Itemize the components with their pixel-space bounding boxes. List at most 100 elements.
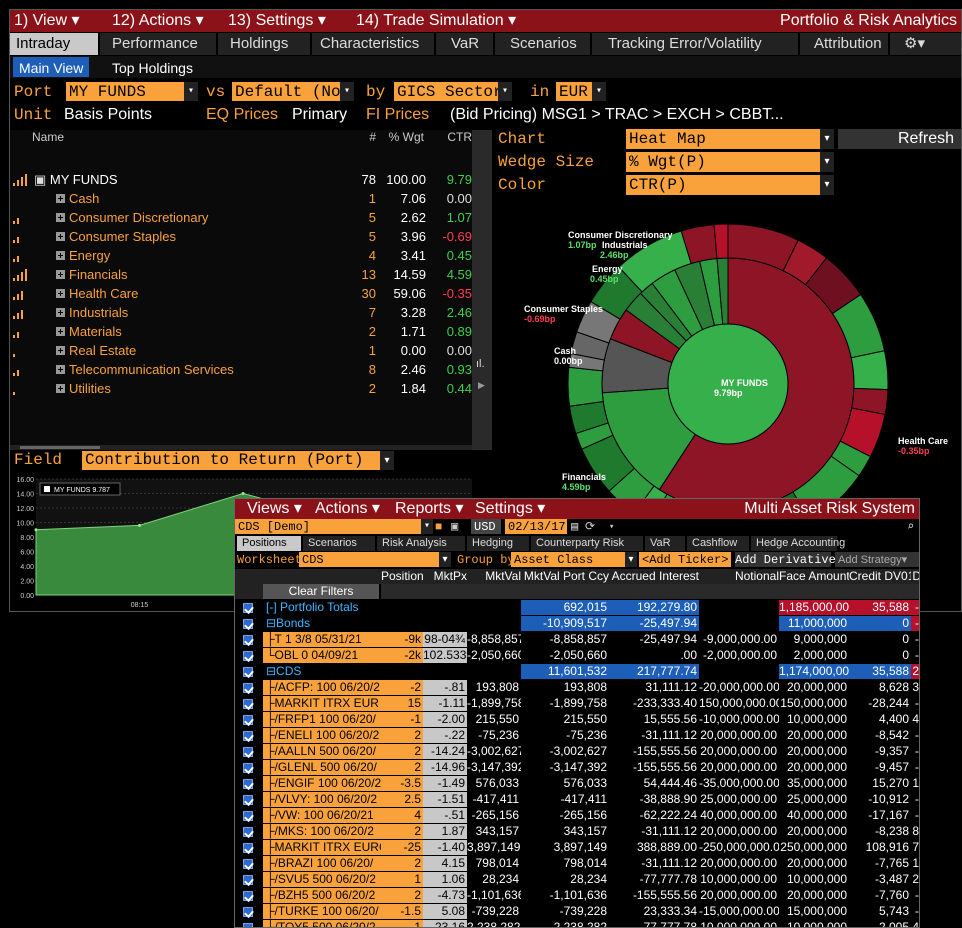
grid-row[interactable]: ├/MKS: 100 06/20/2 2 1.87 343,157 343,157 -31… <box>235 824 919 839</box>
tree-row[interactable]: Telecommunication Services 8 2.46 0.93 <box>10 360 472 379</box>
chart-type-dropdown[interactable]: Heat Map <box>626 129 820 149</box>
row-checkbox[interactable] <box>243 619 253 629</box>
portfolio-icon[interactable]: ▣ <box>34 172 50 187</box>
area-point[interactable] <box>241 492 245 495</box>
grid-row[interactable]: ├/TOY5 500 06/20/2 1 23.16 2,238,282 2,238,2… <box>235 920 919 927</box>
tree-row[interactable]: Energy 4 3.41 0.45 <box>10 246 472 265</box>
field-dropdown-arrow-icon[interactable]: ▾ <box>380 451 394 470</box>
row-checkbox[interactable] <box>243 923 253 927</box>
wedge-size-dropdown[interactable]: % Wgt(P) <box>626 152 820 172</box>
portfolio-dropdown[interactable]: CDS [Demo] <box>235 519 421 534</box>
group-by-dropdown-arrow-icon[interactable]: ▾ <box>625 552 637 567</box>
row-checkbox[interactable] <box>243 859 253 869</box>
col-header-count[interactable]: # <box>362 130 376 144</box>
port-dropdown[interactable]: MY FUNDS <box>66 82 184 101</box>
col-header-mvp[interactable]: MktVal Port Ccy <box>521 569 609 584</box>
row-checkbox[interactable] <box>243 747 253 757</box>
tree-row[interactable]: Industrials 7 3.28 2.46 <box>10 303 472 322</box>
w2-tab-hedging[interactable]: Hedging <box>467 536 529 551</box>
menu-view[interactable]: 1) View ▾ <box>14 10 80 32</box>
worksheet-dropdown-arrow-icon[interactable]: ▾ <box>439 552 451 567</box>
bar-chart-icon[interactable]: ıl. <box>476 358 485 370</box>
row-checkbox[interactable] <box>243 811 253 821</box>
tab-scenarios[interactable]: Scenarios <box>504 33 592 55</box>
row-checkbox[interactable] <box>243 795 253 805</box>
expand-plus-icon[interactable] <box>56 251 65 260</box>
grid-row[interactable]: ├/TURKE 100 06/20/-1.5 5.08 -739,228 -739,2… <box>235 904 919 919</box>
tree-row[interactable]: Real Estate 1 0.00 0.00 <box>10 341 472 360</box>
grid-row[interactable]: ├MARKIT ITRX EUR H 15 -1.11 -1,899,758 -1,89… <box>235 696 919 711</box>
tab-performance[interactable]: Performance <box>106 33 218 55</box>
currency-field[interactable]: USD <box>471 519 501 534</box>
row-checkbox[interactable] <box>243 715 253 725</box>
area-point[interactable] <box>34 528 38 532</box>
w2-menu-settings[interactable]: Settings ▾ <box>475 499 545 519</box>
grid-row[interactable]: ├/AALLN 500 06/20/2 -14.24 -3,002,627 -3,00… <box>235 744 919 759</box>
group-by-dropdown[interactable]: Asset Class <box>511 552 625 567</box>
grid-row[interactable]: ├/VW: 100 06/20/21 4 -.51 -265,156 -265,156-… <box>235 808 919 823</box>
grid-row[interactable]: [-] Portfolio Totals 692,015 192,279.80 1,1… <box>235 600 919 615</box>
w2-menu-actions[interactable]: Actions ▾ <box>315 499 380 519</box>
save-icon[interactable]: ▣ <box>451 519 458 535</box>
w2-tab-hedge-accounting[interactable]: Hedge Accounting <box>751 536 845 551</box>
row-checkbox[interactable] <box>243 907 253 917</box>
tree-row[interactable]: Consumer Staples 5 3.96 -0.69 <box>10 227 472 246</box>
expand-right-icon[interactable]: ▶ <box>478 380 485 391</box>
add-strategy-button[interactable]: Add Strategy▾ <box>835 552 919 567</box>
refresh-button[interactable]: Refresh <box>838 129 961 149</box>
holding-wedge[interactable] <box>567 366 604 407</box>
row-checkbox[interactable] <box>243 731 253 741</box>
row-checkbox[interactable] <box>243 891 253 901</box>
color-dropdown[interactable]: CTR(P) <box>626 175 820 195</box>
col-header-name[interactable]: Name <box>32 130 64 144</box>
color-dropdown-arrow-icon[interactable]: ▾ <box>820 175 834 195</box>
grid-row[interactable]: └OBL 0 04/09/21 -2k 102.533 -2,050,660 -2,05… <box>235 648 919 663</box>
expand-plus-icon[interactable] <box>56 365 65 374</box>
tree-row[interactable]: Financials 13 14.59 4.59 <box>10 265 472 284</box>
expand-plus-icon[interactable] <box>56 213 65 222</box>
field-dropdown[interactable]: Contribution to Return (Port) <box>82 451 380 470</box>
w2-menu-views[interactable]: Views ▾ <box>247 499 302 519</box>
grid-row[interactable]: ├/ENELI 100 06/20/2 2 -.22 -75,236 -75,236 -3… <box>235 728 919 743</box>
refresh-dropdown-icon[interactable]: ▾ <box>609 519 614 535</box>
gear-icon[interactable]: ⚙▾ <box>898 33 938 55</box>
w2-tab-scenarios[interactable]: Scenarios <box>303 536 375 551</box>
col-header-dv01[interactable]: Credit DV01 <box>849 569 911 584</box>
clear-filters-button[interactable]: Clear Filters <box>263 584 379 599</box>
worksheet-dropdown[interactable]: CDS <box>299 552 439 567</box>
tree-row[interactable]: Utilities 2 1.84 0.44 <box>10 379 472 398</box>
chart-dropdown-arrow-icon[interactable]: ▾ <box>820 129 834 149</box>
tab-var[interactable]: VaR <box>445 33 495 55</box>
add-ticker-input[interactable]: <Add Ticker> <box>639 552 731 567</box>
currency-dropdown[interactable]: EUR <box>556 82 592 101</box>
fi-prices-value[interactable]: (Bid Pricing) MSG1 > TRAC > EXCH > CBBT.… <box>450 105 784 125</box>
tab-intraday[interactable]: Intraday <box>10 33 100 55</box>
refresh-icon[interactable]: ⟳ <box>585 519 595 535</box>
horizontal-scrollbar[interactable] <box>10 445 472 450</box>
menu-actions[interactable]: 12) Actions ▾ <box>112 10 204 32</box>
center-portfolio-node[interactable] <box>667 323 789 445</box>
row-checkbox[interactable] <box>243 635 253 645</box>
add-derivatives-button[interactable]: Add Derivatives <box>735 552 843 567</box>
col-header-mv[interactable]: MktVal <box>467 569 521 584</box>
port-dropdown-arrow-icon[interactable]: ▾ <box>184 82 198 101</box>
tree-row[interactable]: Consumer Discretionary 5 2.62 1.07 <box>10 208 472 227</box>
vs-dropdown-arrow-icon[interactable]: ▾ <box>340 82 354 101</box>
expand-plus-icon[interactable] <box>56 327 65 336</box>
by-dropdown[interactable]: GICS Sectors <box>394 82 512 101</box>
row-checkbox[interactable] <box>243 843 253 853</box>
unit-value[interactable]: Basis Points <box>64 105 152 125</box>
row-checkbox[interactable] <box>243 699 253 709</box>
menu-settings[interactable]: 13) Settings ▾ <box>228 10 326 32</box>
holding-wedge[interactable] <box>713 223 729 260</box>
currency-dropdown-arrow-icon[interactable]: ▾ <box>592 82 606 101</box>
tree-row[interactable]: Cash 1 7.06 0.00 <box>10 189 472 208</box>
search-icon[interactable]: ⌕ <box>907 519 914 535</box>
row-checkbox[interactable] <box>243 763 253 773</box>
area-point[interactable] <box>138 523 142 527</box>
w2-tab-counterparty-risk[interactable]: Counterparty Risk <box>531 536 643 551</box>
col-header-ctr[interactable]: CTR <box>440 130 472 144</box>
grid-row[interactable]: ⊟Bonds -10,909,517 -25,497.94 11,000,000 0- <box>235 616 919 631</box>
tab-characteristics[interactable]: Characteristics <box>314 33 436 55</box>
row-checkbox[interactable] <box>243 875 253 885</box>
